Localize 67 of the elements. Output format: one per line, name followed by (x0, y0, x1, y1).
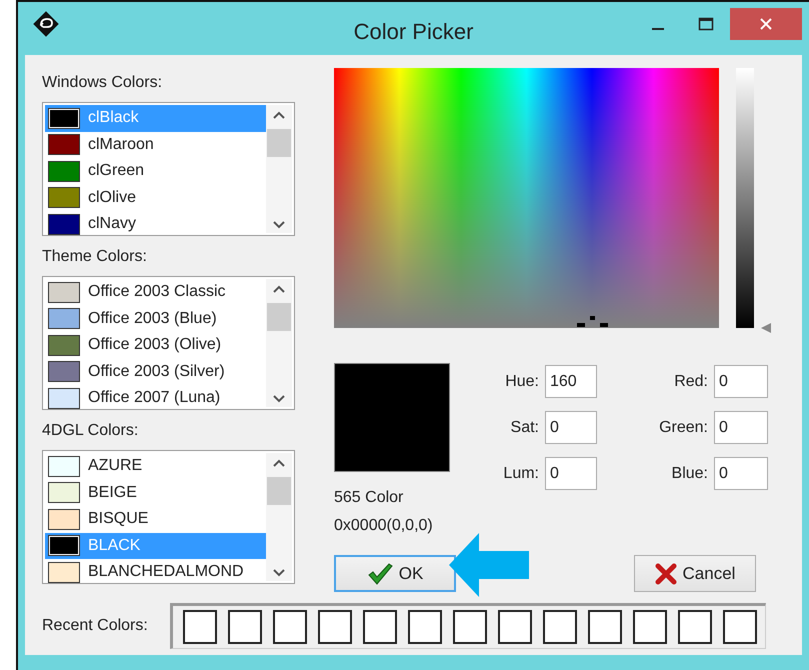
color-list-item[interactable]: Office 2003 (Silver) (45, 358, 266, 385)
scroll-down-icon[interactable] (273, 395, 285, 403)
input-field[interactable]: 0 (545, 457, 597, 490)
cross-icon (654, 562, 677, 584)
recent-color-slot[interactable] (183, 610, 217, 644)
color-list-item[interactable]: clMaroon (45, 132, 266, 158)
recent-color-slot[interactable] (498, 610, 532, 644)
recent-color-slot[interactable] (318, 610, 352, 644)
crosshair-icon (575, 316, 611, 328)
color-list-item[interactable]: clOlive (45, 184, 266, 211)
color-list-item[interactable]: Office 2003 (Blue) (45, 306, 266, 332)
recent-colors-label: Recent Colors: (42, 617, 149, 635)
ok-button[interactable]: OK (334, 555, 456, 592)
recent-color-slot[interactable] (543, 610, 577, 644)
recent-color-slot[interactable] (588, 610, 622, 644)
recent-color-slot[interactable] (363, 610, 397, 644)
scrollbar[interactable] (266, 105, 292, 233)
field-label: Blue: (670, 464, 708, 482)
scrollbar-thumb[interactable] (267, 129, 291, 157)
color-list-item[interactable]: Office 2003 (Olive) (45, 332, 266, 358)
color-list-item[interactable]: clNavy (45, 211, 266, 235)
list-label: Windows Colors: (42, 73, 164, 93)
input-field[interactable]: 0 (714, 457, 768, 490)
color-list-item[interactable]: BEIGE (45, 480, 266, 506)
list-label: Theme Colors: (42, 247, 148, 267)
scroll-up-icon[interactable] (273, 285, 285, 293)
close-icon (759, 17, 773, 31)
scroll-up-icon[interactable] (273, 459, 285, 467)
input-field[interactable]: 0 (714, 411, 768, 444)
color-list-item[interactable]: Office 2007 (Luna) (45, 385, 266, 409)
color-list-item[interactable]: AZURE (45, 453, 266, 480)
scrollbar[interactable] (266, 453, 292, 581)
luminance-marker-icon[interactable] (760, 322, 772, 334)
scroll-down-icon[interactable] (273, 221, 285, 229)
field-label: Green: (658, 418, 708, 436)
recent-color-slot[interactable] (453, 610, 487, 644)
cancel-button[interactable]: Cancel (634, 555, 756, 592)
field-label: Red: (673, 372, 708, 390)
recent-color-slot[interactable] (228, 610, 262, 644)
checkmark-icon (366, 562, 393, 584)
scrollbar-thumb[interactable] (267, 303, 291, 331)
recent-color-slot[interactable] (723, 610, 757, 644)
field-label: Sat: (510, 418, 539, 436)
input-field[interactable]: 0 (545, 411, 597, 444)
format-label: 565 Color (334, 488, 404, 508)
minimize-icon (652, 28, 664, 30)
scrollbar[interactable] (266, 279, 292, 407)
recent-color-slot[interactable] (633, 610, 667, 644)
color-list-item[interactable]: BISQUE (45, 506, 266, 532)
input-field[interactable]: 0 (714, 365, 768, 398)
color-list-item[interactable]: BLANCHEDALMOND (45, 559, 266, 583)
color-list-item[interactable]: Office 2003 Classic (45, 279, 266, 306)
field-label: Lum: (502, 464, 539, 482)
list-label: 4DGL Colors: (42, 421, 140, 441)
window-title: Color Picker (354, 19, 474, 45)
recent-color-slot[interactable] (273, 610, 307, 644)
color-list-item[interactable]: clGreen (45, 158, 266, 184)
scroll-up-icon[interactable] (273, 111, 285, 119)
field-label: Hue: (504, 372, 539, 390)
scroll-down-icon[interactable] (273, 569, 285, 577)
color-value: 0x0000(0,0,0) (334, 516, 434, 536)
input-field[interactable]: 160 (545, 365, 597, 398)
scrollbar-thumb[interactable] (267, 477, 291, 505)
recent-color-slot[interactable] (678, 610, 712, 644)
recent-color-slot[interactable] (408, 610, 442, 644)
maximize-icon (698, 17, 714, 31)
color-spectrum[interactable] (334, 68, 719, 328)
